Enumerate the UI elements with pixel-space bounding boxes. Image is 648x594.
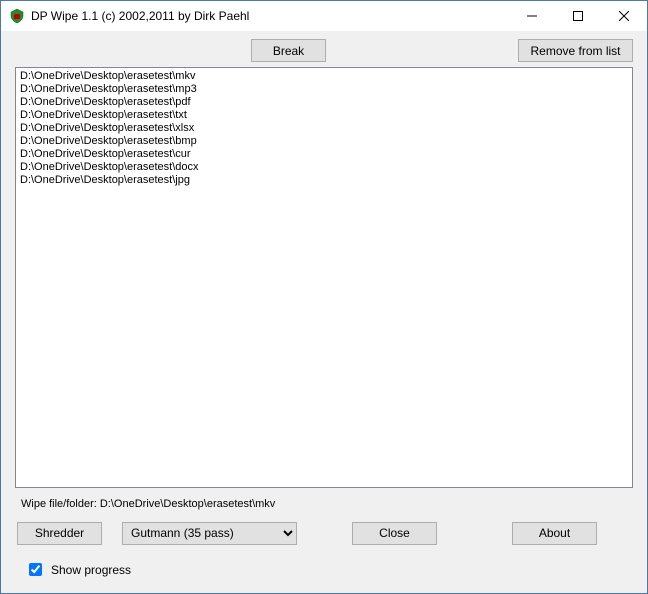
file-listbox[interactable]: D:\OneDrive\Desktop\erasetest\mkvD:\OneD… bbox=[15, 67, 633, 488]
show-progress-row: Show progress bbox=[15, 560, 633, 579]
app-icon bbox=[9, 8, 25, 24]
shredder-button[interactable]: Shredder bbox=[17, 522, 102, 545]
show-progress-label[interactable]: Show progress bbox=[51, 563, 131, 577]
top-button-row: Break Remove from list bbox=[15, 39, 633, 65]
app-window: DP Wipe 1.1 (c) 2002,2011 by Dirk Paehl … bbox=[0, 0, 648, 594]
about-button[interactable]: About bbox=[512, 522, 597, 545]
window-title: DP Wipe 1.1 (c) 2002,2011 by Dirk Paehl bbox=[31, 9, 509, 23]
status-label: Wipe file/folder: D:\OneDrive\Desktop\er… bbox=[15, 494, 633, 520]
list-item[interactable]: D:\OneDrive\Desktop\erasetest\txt bbox=[20, 109, 628, 122]
close-button[interactable]: Close bbox=[352, 522, 437, 545]
titlebar[interactable]: DP Wipe 1.1 (c) 2002,2011 by Dirk Paehl bbox=[1, 1, 647, 31]
list-item[interactable]: D:\OneDrive\Desktop\erasetest\mkv bbox=[20, 70, 628, 83]
break-button[interactable]: Break bbox=[251, 39, 326, 62]
list-item[interactable]: D:\OneDrive\Desktop\erasetest\xlsx bbox=[20, 122, 628, 135]
close-window-button[interactable] bbox=[601, 1, 647, 31]
bottom-button-row: Shredder Gutmann (35 pass) Close About bbox=[15, 520, 633, 546]
client-area: Break Remove from list D:\OneDrive\Deskt… bbox=[1, 31, 647, 593]
window-controls bbox=[509, 1, 647, 31]
show-progress-checkbox[interactable] bbox=[29, 563, 42, 576]
list-item[interactable]: D:\OneDrive\Desktop\erasetest\cur bbox=[20, 148, 628, 161]
method-select-wrap: Gutmann (35 pass) bbox=[122, 522, 297, 545]
list-item[interactable]: D:\OneDrive\Desktop\erasetest\bmp bbox=[20, 135, 628, 148]
list-item[interactable]: D:\OneDrive\Desktop\erasetest\pdf bbox=[20, 96, 628, 109]
list-item[interactable]: D:\OneDrive\Desktop\erasetest\mp3 bbox=[20, 83, 628, 96]
wipe-method-select[interactable]: Gutmann (35 pass) bbox=[122, 522, 297, 545]
list-item[interactable]: D:\OneDrive\Desktop\erasetest\jpg bbox=[20, 174, 628, 187]
remove-from-list-button[interactable]: Remove from list bbox=[518, 39, 633, 62]
minimize-button[interactable] bbox=[509, 1, 555, 31]
list-item[interactable]: D:\OneDrive\Desktop\erasetest\docx bbox=[20, 161, 628, 174]
maximize-button[interactable] bbox=[555, 1, 601, 31]
